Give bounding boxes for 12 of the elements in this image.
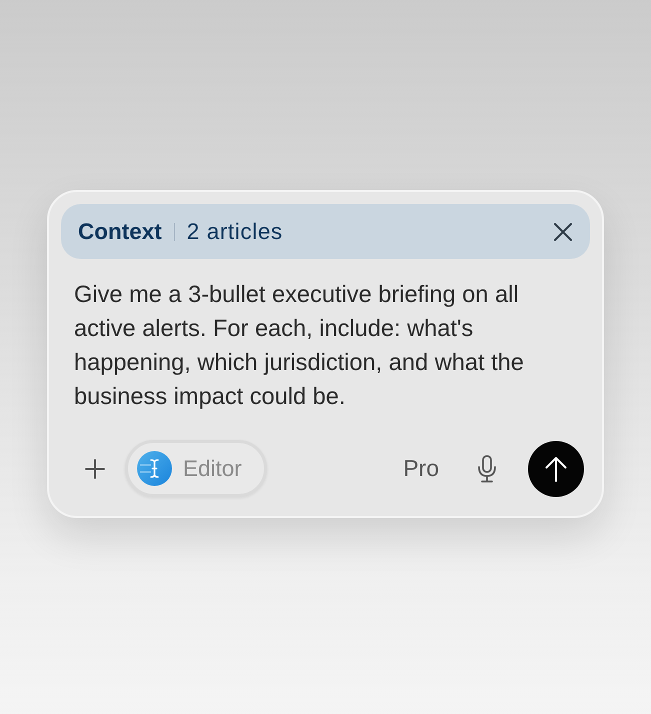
close-button[interactable] (552, 220, 574, 242)
text-cursor-icon (137, 451, 172, 486)
plus-icon (85, 458, 105, 478)
microphone-icon (477, 454, 497, 482)
arrow-up-icon (545, 456, 567, 482)
context-label: Context (78, 218, 162, 244)
model-selector[interactable]: Pro (403, 455, 439, 482)
microphone-button[interactable] (477, 454, 497, 482)
article-count: 2 articles (186, 218, 283, 244)
prompt-text[interactable]: Give me a 3-bullet executive briefing on all active alerts. For each, include: what's happening, which jurisdiction, and what the business impact could be. (74, 278, 576, 414)
close-icon (554, 222, 572, 240)
add-button[interactable] (85, 458, 105, 478)
